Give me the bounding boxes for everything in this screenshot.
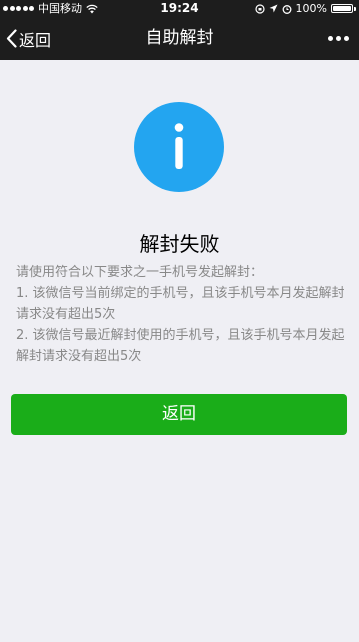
requirement-item: 2. 该微信号最近解封使用的手机号，且该手机号本月发起解封请求没有超出5次 xyxy=(16,328,345,364)
orientation-lock-icon xyxy=(254,3,265,14)
battery-tip xyxy=(354,6,356,11)
more-dot-icon xyxy=(344,36,349,41)
battery-level-fill xyxy=(333,6,351,11)
navigation-bar: 返回 自助解封 xyxy=(0,17,359,60)
more-dot-icon xyxy=(328,36,333,41)
more-options-button[interactable] xyxy=(328,17,349,60)
return-button[interactable]: 返回 xyxy=(11,394,347,435)
location-arrow-icon xyxy=(269,4,278,13)
requirements-description: 请使用符合以下要求之一手机号发起解封： 1. 该微信号当前绑定的手机号，且该手机… xyxy=(16,262,346,367)
requirement-item: 1. 该微信号当前绑定的手机号，且该手机号本月发起解封请求没有超出5次 xyxy=(16,286,345,322)
battery-percent: 100% xyxy=(295,2,327,15)
status-right: 100% xyxy=(254,0,356,17)
result-title: 解封失败 xyxy=(139,232,220,256)
more-dot-icon xyxy=(336,36,341,41)
battery-icon xyxy=(331,4,353,13)
status-bar: 中国移动 19:24 100% xyxy=(0,0,359,17)
requirements-intro: 请使用符合以下要求之一手机号发起解封： xyxy=(16,265,264,280)
page-title: 自助解封 xyxy=(145,28,214,48)
info-icon xyxy=(134,102,224,192)
alarm-icon xyxy=(282,4,291,14)
